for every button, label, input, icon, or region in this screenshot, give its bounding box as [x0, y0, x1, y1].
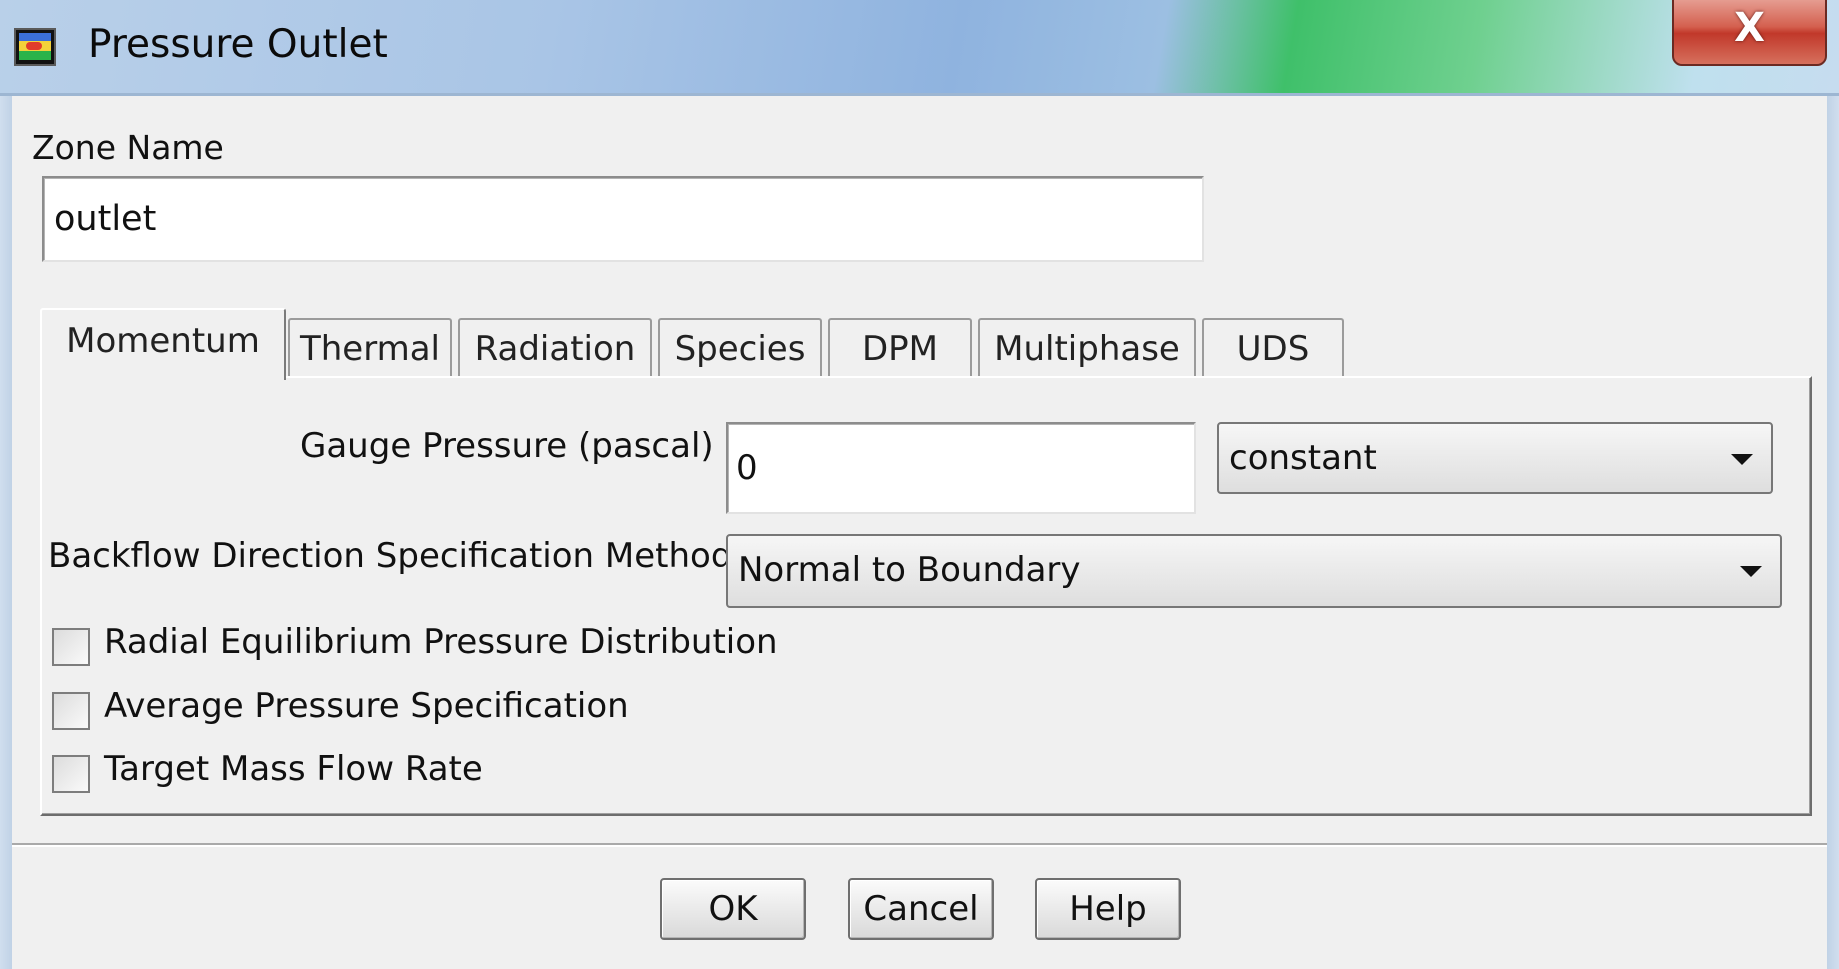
- tab-species[interactable]: Species: [658, 318, 822, 378]
- tab-radiation[interactable]: Radiation: [458, 318, 652, 378]
- tab-thermal[interactable]: Thermal: [288, 318, 452, 378]
- tab-dpm[interactable]: DPM: [828, 318, 972, 378]
- radial-equilibrium-checkbox[interactable]: [52, 628, 90, 666]
- button-divider: [12, 843, 1827, 847]
- chevron-down-icon: [1740, 566, 1762, 577]
- ok-button[interactable]: OK: [660, 878, 806, 940]
- dialog-content: Zone Name Momentum Thermal Radiation Spe…: [12, 96, 1827, 969]
- backflow-method-select[interactable]: Normal to Boundary: [726, 534, 1782, 608]
- radial-equilibrium-label: Radial Equilibrium Pressure Distribution: [104, 622, 778, 662]
- gauge-pressure-method-value: constant: [1229, 438, 1377, 478]
- target-mass-flow-label: Target Mass Flow Rate: [104, 749, 483, 789]
- average-pressure-checkbox[interactable]: [52, 692, 90, 730]
- window-frame-right: [1827, 96, 1839, 969]
- close-icon: X: [1734, 5, 1765, 51]
- chevron-down-icon: [1731, 454, 1753, 465]
- zone-name-label: Zone Name: [32, 128, 224, 167]
- window-frame-left: [0, 96, 12, 969]
- average-pressure-label: Average Pressure Specification: [104, 686, 629, 726]
- target-mass-flow-checkbox[interactable]: [52, 755, 90, 793]
- tab-multiphase[interactable]: Multiphase: [978, 318, 1196, 378]
- pressure-outlet-dialog: Pressure Outlet X Zone Name Momentum The…: [0, 0, 1839, 969]
- help-button[interactable]: Help: [1035, 878, 1181, 940]
- window-title: Pressure Outlet: [88, 22, 388, 67]
- tab-momentum[interactable]: Momentum: [40, 308, 286, 380]
- cancel-button[interactable]: Cancel: [848, 878, 994, 940]
- close-button[interactable]: X: [1672, 0, 1827, 66]
- gauge-pressure-method-select[interactable]: constant: [1217, 422, 1773, 494]
- zone-name-input[interactable]: [42, 176, 1204, 262]
- backflow-method-value: Normal to Boundary: [738, 550, 1081, 590]
- gauge-pressure-label: Gauge Pressure (pascal): [300, 426, 714, 466]
- title-bar[interactable]: Pressure Outlet X: [0, 0, 1839, 96]
- gauge-pressure-input[interactable]: [726, 422, 1196, 514]
- fluent-app-icon: [14, 28, 56, 66]
- backflow-method-label: Backflow Direction Specification Method: [48, 536, 733, 576]
- tab-uds[interactable]: UDS: [1202, 318, 1344, 378]
